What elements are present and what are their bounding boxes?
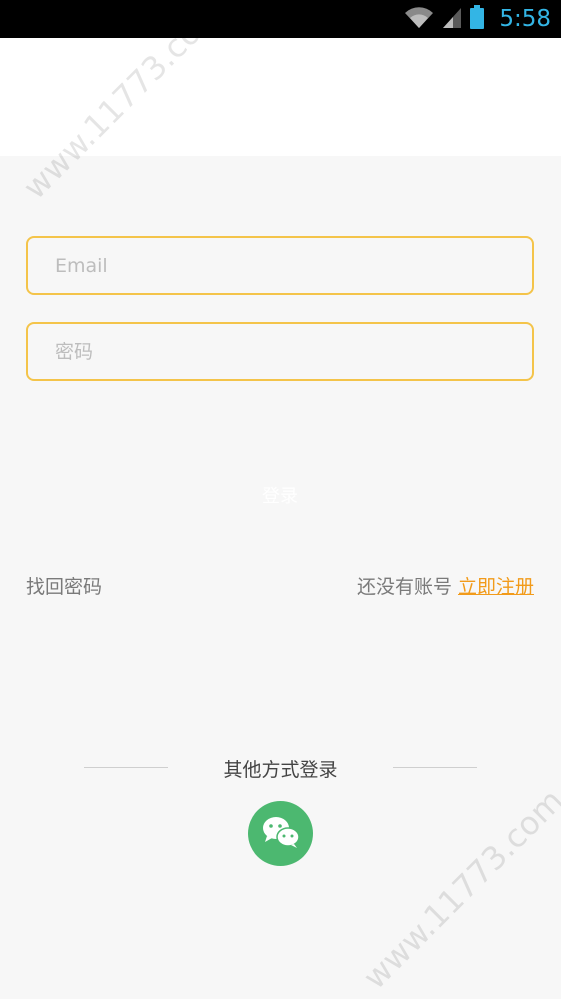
email-field[interactable] [26,236,534,295]
status-time: 5:58 [499,6,551,32]
other-login-label: 其他方式登录 [223,759,338,781]
links-row: 找回密码 还没有账号 立即注册 [26,572,534,600]
wifi-icon [403,4,435,34]
register-link[interactable]: 立即注册 [458,576,534,598]
register-prompt: 还没有账号 立即注册 [357,572,534,599]
forgot-password-link[interactable]: 找回密码 [26,572,102,599]
password-field[interactable] [26,322,534,381]
divider-left [84,767,168,768]
status-bar: 5:58 [0,0,561,38]
password-input[interactable] [28,324,532,379]
divider-right [393,767,477,768]
no-account-text: 还没有账号 [356,576,452,598]
status-icons: 5:58 [403,5,551,33]
wechat-icon [261,815,301,853]
battery-icon [469,4,485,34]
watermark: www.11773.com [355,781,561,997]
email-input[interactable] [28,238,532,293]
signal-icon [441,4,463,34]
login-button[interactable]: 登录 [200,460,360,530]
wechat-login-button[interactable] [248,801,313,866]
